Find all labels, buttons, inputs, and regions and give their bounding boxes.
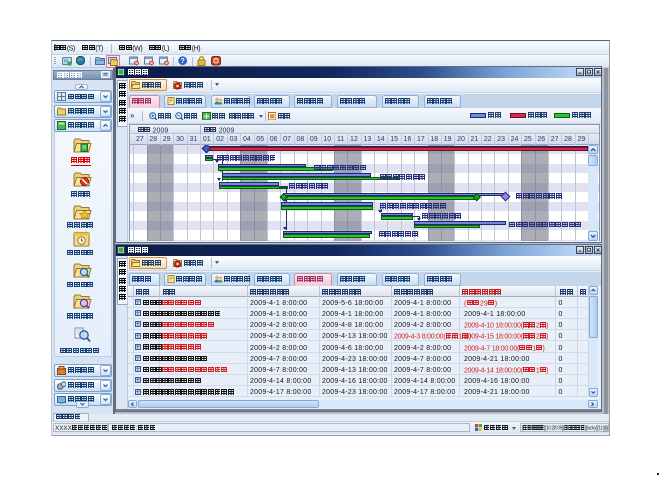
svg-text:?: ? (180, 58, 184, 65)
